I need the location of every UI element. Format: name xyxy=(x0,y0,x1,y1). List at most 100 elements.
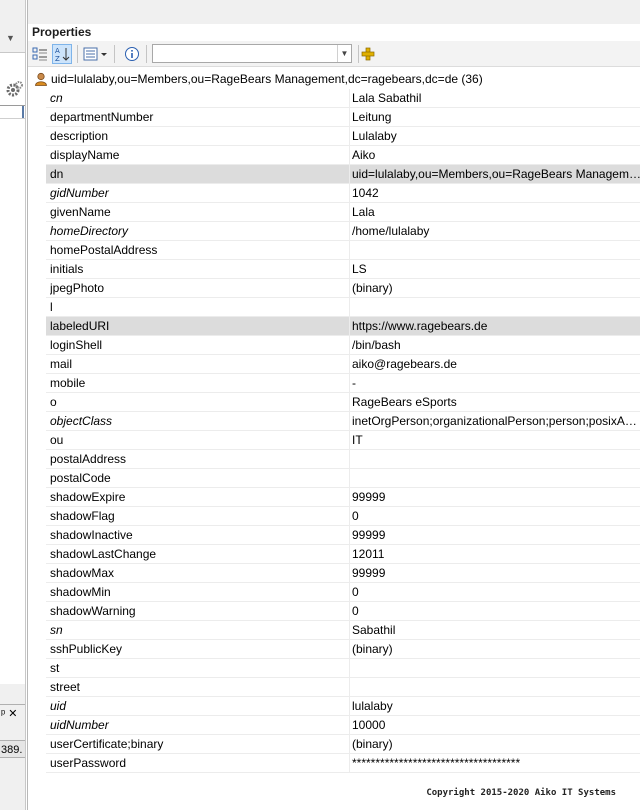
property-name: mail xyxy=(50,357,73,371)
property-name: street xyxy=(50,680,81,694)
property-pages-button[interactable] xyxy=(82,44,110,64)
property-value[interactable]: 99999 xyxy=(349,526,640,545)
property-row[interactable]: sshPublicKey (binary) xyxy=(46,640,640,659)
property-row[interactable]: userCertificate;binary (binary) xyxy=(46,735,640,754)
property-value[interactable]: 99999 xyxy=(349,488,640,507)
property-value[interactable]: IT xyxy=(349,431,640,450)
property-value[interactable]: RageBears eSports xyxy=(349,393,640,412)
property-row[interactable]: street xyxy=(46,678,640,697)
property-value[interactable] xyxy=(349,450,640,469)
property-row[interactable]: mobile - xyxy=(46,374,640,393)
entry-dn-label: uid=lulalaby,ou=Members,ou=RageBears Man… xyxy=(51,71,483,86)
property-value[interactable] xyxy=(349,469,640,488)
property-row[interactable]: homePostalAddress xyxy=(46,241,640,260)
property-value[interactable]: uid=lulalaby,ou=Members,ou=RageBears Man… xyxy=(349,165,640,184)
property-value[interactable]: 0 xyxy=(349,507,640,526)
property-row[interactable]: homeDirectory/home/lulalaby xyxy=(46,222,640,241)
property-row[interactable]: l xyxy=(46,298,640,317)
copyright-text: Copyright 2015-2020 Aiko IT Systems xyxy=(426,788,616,798)
property-value[interactable]: lulalaby xyxy=(349,697,640,716)
property-row[interactable]: o RageBears eSports xyxy=(46,393,640,412)
property-value[interactable]: (binary) xyxy=(349,279,640,298)
property-value[interactable]: Lulalaby xyxy=(349,127,640,146)
property-value[interactable]: inetOrgPerson;organizationalPerson;perso… xyxy=(349,412,640,431)
property-name: postalCode xyxy=(50,471,111,485)
property-row[interactable]: shadowExpire 99999 xyxy=(46,488,640,507)
toolbar-separator xyxy=(77,45,78,63)
property-row[interactable]: userPassword ****************************… xyxy=(46,754,640,773)
property-value[interactable]: https://www.ragebears.de xyxy=(349,317,640,336)
entry-header[interactable]: uid=lulalaby,ou=Members,ou=RageBears Man… xyxy=(28,69,640,88)
property-value[interactable]: - xyxy=(349,374,640,393)
gear-icon[interactable] xyxy=(5,80,23,98)
categorized-view-button[interactable] xyxy=(30,44,50,64)
pin-close-bar[interactable]: ᵖ ✕ xyxy=(0,704,25,722)
property-search-input[interactable]: ▼ xyxy=(152,44,352,63)
property-name: description xyxy=(50,129,109,143)
splitter-handle[interactable] xyxy=(22,106,24,118)
property-value[interactable]: 12011 xyxy=(349,545,640,564)
property-row[interactable]: uidNumber 10000 xyxy=(46,716,640,735)
property-row[interactable]: postalAddress xyxy=(46,450,640,469)
property-value[interactable] xyxy=(349,241,640,260)
property-row[interactable]: shadowMin 0 xyxy=(46,583,640,602)
property-row[interactable]: loginShell/bin/bash xyxy=(46,336,640,355)
property-value[interactable] xyxy=(349,659,640,678)
property-value[interactable]: 0 xyxy=(349,602,640,621)
property-value[interactable]: Lala xyxy=(349,203,640,222)
dropdown-arrow-icon[interactable]: ▼ xyxy=(6,33,16,43)
property-row[interactable]: displayName Aiko xyxy=(46,146,640,165)
property-value[interactable]: Leitung xyxy=(349,108,640,127)
property-value[interactable]: Aiko xyxy=(349,146,640,165)
property-value[interactable]: aiko@ragebears.de xyxy=(349,355,640,374)
property-value[interactable]: 10000 xyxy=(349,716,640,735)
add-icon xyxy=(361,47,375,61)
svg-text:Z: Z xyxy=(55,55,60,62)
property-row[interactable]: sn Sabathil xyxy=(46,621,640,640)
property-value[interactable]: (binary) xyxy=(349,735,640,754)
add-attribute-button[interactable] xyxy=(358,44,378,64)
property-row[interactable]: shadowMax 99999 xyxy=(46,564,640,583)
property-value[interactable]: LS xyxy=(349,260,640,279)
property-row[interactable]: shadowInactive 99999 xyxy=(46,526,640,545)
property-value[interactable]: /bin/bash xyxy=(349,336,640,355)
property-value[interactable]: Lala Sabathil xyxy=(349,89,640,108)
property-row[interactable]: postalCode xyxy=(46,469,640,488)
property-row[interactable]: ou IT xyxy=(46,431,640,450)
property-value[interactable]: /home/lulalaby xyxy=(349,222,640,241)
property-value[interactable]: 1042 xyxy=(349,184,640,203)
property-row[interactable]: dn uid=lulalaby,ou=Members,ou=RageBears M… xyxy=(46,165,640,184)
property-row[interactable]: initials LS xyxy=(46,260,640,279)
property-row[interactable]: shadowLastChange 12011 xyxy=(46,545,640,564)
property-row[interactable]: uid lulalaby xyxy=(46,697,640,716)
property-row[interactable]: gidNumber 1042 xyxy=(46,184,640,203)
property-row[interactable]: cn Lala Sabathil xyxy=(46,89,640,108)
property-row[interactable]: shadowWarning 0 xyxy=(46,602,640,621)
property-row[interactable]: st xyxy=(46,659,640,678)
toolbar-separator xyxy=(114,45,115,63)
left-panel: ▼ ᵖ ✕ 389. xyxy=(0,0,26,810)
property-row[interactable]: description Lulalaby xyxy=(46,127,640,146)
property-row[interactable]: shadowFlag 0 xyxy=(46,507,640,526)
property-row[interactable]: departmentNumber Leitung xyxy=(46,108,640,127)
property-name: userPassword xyxy=(50,756,127,770)
property-value[interactable] xyxy=(349,678,640,697)
property-row[interactable]: objectClass inetOrgPerson;organizationalP… xyxy=(46,412,640,431)
property-row[interactable]: mail aiko@ragebears.de xyxy=(46,355,640,374)
property-value[interactable]: Sabathil xyxy=(349,621,640,640)
property-name: shadowMax xyxy=(50,566,115,580)
property-value[interactable] xyxy=(349,298,640,317)
property-value[interactable]: (binary) xyxy=(349,640,640,659)
property-name: sn xyxy=(50,623,63,637)
property-name: shadowExpire xyxy=(50,490,126,504)
description-button[interactable] xyxy=(122,44,142,64)
property-value[interactable]: 99999 xyxy=(349,564,640,583)
alphabetical-sort-button[interactable]: A Z xyxy=(52,44,72,64)
property-row[interactable]: labeledURI https://www.ragebears.de xyxy=(46,317,640,336)
search-dropdown-arrow-icon[interactable]: ▼ xyxy=(337,45,351,62)
property-name: cn xyxy=(50,91,63,105)
property-value[interactable]: 0 xyxy=(349,583,640,602)
property-row[interactable]: jpegPhoto (binary) xyxy=(46,279,640,298)
property-row[interactable]: givenName Lala xyxy=(46,203,640,222)
property-value[interactable]: ************************************ xyxy=(349,754,640,773)
